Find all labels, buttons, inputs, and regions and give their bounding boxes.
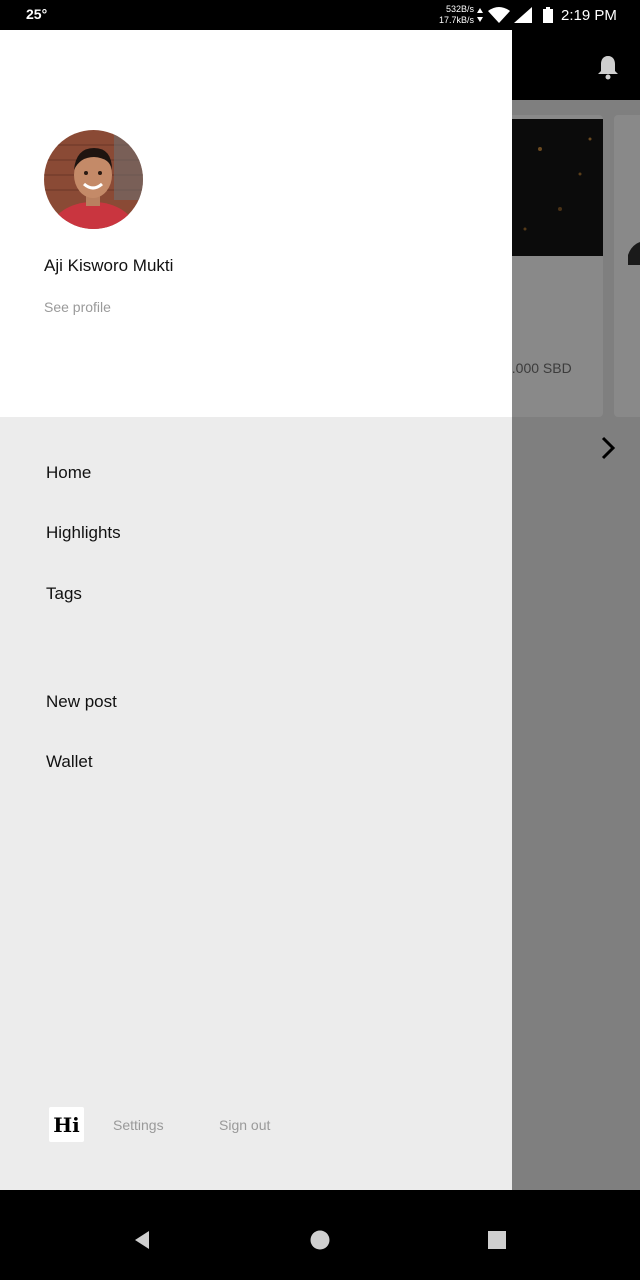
drawer-footer: Hi Settings Sign out bbox=[0, 1107, 512, 1147]
net-up-speed: 532B/s bbox=[445, 4, 474, 14]
system-nav-bar bbox=[0, 1190, 640, 1280]
home-icon[interactable] bbox=[310, 1230, 330, 1250]
sign-out-link[interactable]: Sign out bbox=[219, 1117, 270, 1133]
wifi-icon bbox=[488, 7, 510, 23]
background-card-image bbox=[500, 119, 603, 256]
data-arrows-icon bbox=[477, 8, 483, 22]
bell-icon[interactable] bbox=[596, 54, 620, 80]
app-logo: Hi bbox=[49, 1107, 84, 1142]
back-icon[interactable] bbox=[132, 1230, 152, 1250]
navigation-drawer: Aji Kisworo Mukti See profile Home Highl… bbox=[0, 30, 512, 1190]
background-price: 0.000 SBD bbox=[504, 360, 572, 376]
battery-icon bbox=[543, 7, 553, 23]
status-temperature: 25° bbox=[26, 6, 48, 22]
chevron-right-icon[interactable] bbox=[598, 435, 618, 461]
background-card-next[interactable] bbox=[614, 115, 640, 417]
net-down-speed: 17.7kB/s bbox=[438, 15, 474, 25]
network-speed: 532B/s 17.7kB/s bbox=[436, 4, 474, 26]
menu-item-highlights[interactable]: Highlights bbox=[46, 523, 121, 543]
signal-icon bbox=[514, 7, 532, 23]
status-time: 2:19 PM bbox=[561, 7, 617, 24]
settings-link[interactable]: Settings bbox=[113, 1117, 164, 1133]
menu-item-new-post[interactable]: New post bbox=[46, 692, 117, 712]
recents-icon[interactable] bbox=[487, 1230, 507, 1250]
menu-item-home[interactable]: Home bbox=[46, 463, 91, 483]
drawer-profile-header: Aji Kisworo Mukti See profile bbox=[0, 30, 512, 417]
profile-name: Aji Kisworo Mukti bbox=[44, 256, 174, 275]
avatar[interactable] bbox=[44, 130, 143, 229]
menu-item-wallet[interactable]: Wallet bbox=[46, 752, 93, 772]
menu-item-tags[interactable]: Tags bbox=[46, 584, 82, 604]
see-profile-link[interactable]: See profile bbox=[44, 299, 111, 315]
status-bar: 25° 532B/s 17.7kB/s 2:19 PM bbox=[0, 0, 640, 30]
